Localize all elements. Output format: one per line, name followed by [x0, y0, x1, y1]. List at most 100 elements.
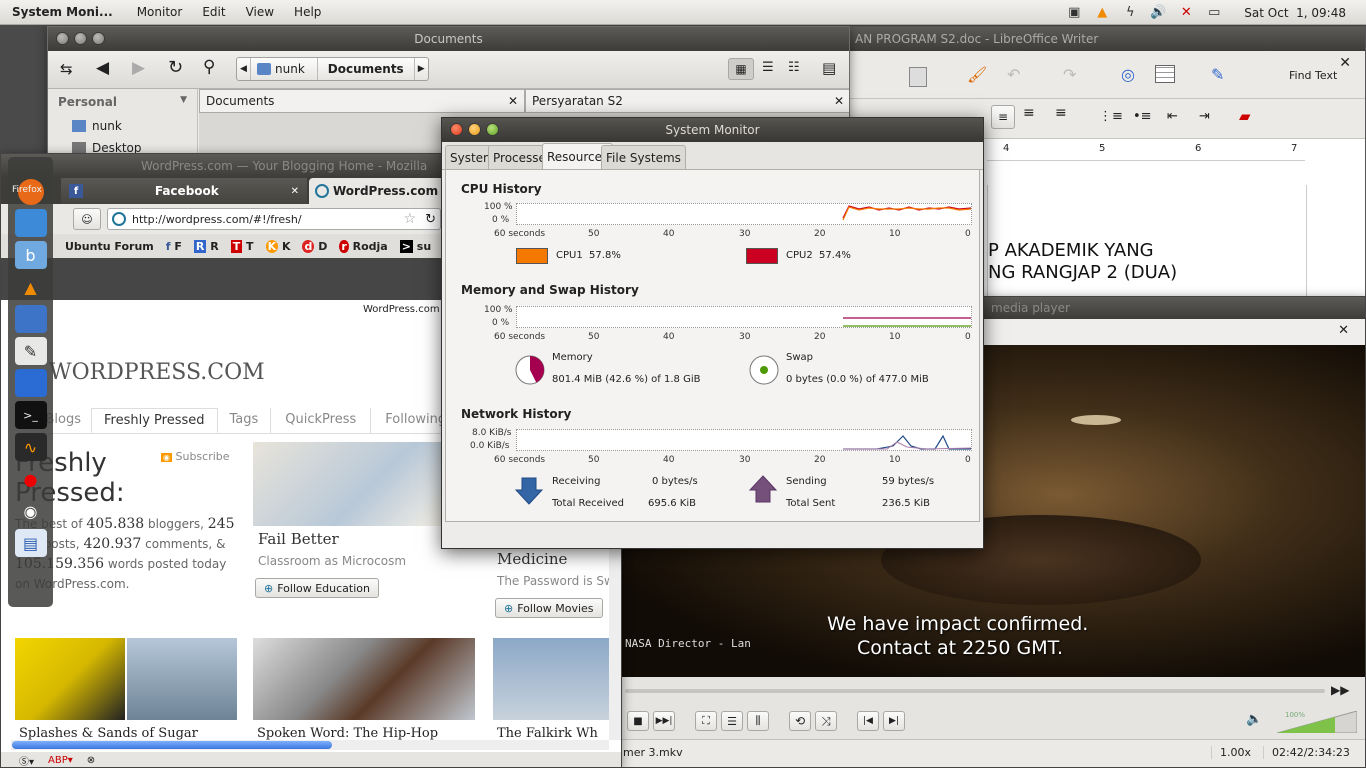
system-monitor-icon[interactable]: ∿: [14, 433, 47, 461]
shuffle-button[interactable]: ⤨: [815, 711, 837, 731]
card-image[interactable]: [253, 638, 475, 720]
tab-wordpress[interactable]: WordPress.com: [309, 178, 449, 204]
writer-icon[interactable]: ▤: [14, 529, 47, 557]
breadcrumb-home[interactable]: nunk: [251, 58, 317, 80]
playlist-button[interactable]: ☰: [721, 711, 743, 731]
clock[interactable]: Sat Oct 1, 09:48: [1244, 6, 1346, 20]
breadcrumb-prev-icon[interactable]: ◀: [237, 58, 251, 80]
web-browser-icon[interactable]: [14, 209, 47, 237]
battery-icon[interactable]: ▭: [1206, 5, 1222, 21]
breadcrumb-documents[interactable]: Documents: [316, 58, 414, 80]
icon-view-button[interactable]: ▦: [728, 58, 754, 80]
card-image[interactable]: [127, 638, 237, 720]
close-doc-icon[interactable]: ✕: [1339, 55, 1351, 71]
card-image[interactable]: [493, 638, 609, 720]
align-center-icon[interactable]: ≡: [1023, 105, 1047, 129]
menu-monitor[interactable]: Monitor: [127, 5, 193, 19]
close-tab-icon[interactable]: ✕: [834, 94, 844, 108]
highlight-icon[interactable]: ▰: [1239, 107, 1251, 125]
follow-button[interactable]: ⊕ Follow Movies: [495, 598, 603, 618]
minimize-button[interactable]: [468, 123, 481, 136]
menu-icon[interactable]: ▤: [822, 59, 836, 77]
compact-view-icon[interactable]: ☷: [788, 60, 800, 75]
next-button[interactable]: ▶▶|: [653, 711, 675, 731]
tab-quickpress[interactable]: QuickPress: [271, 408, 372, 433]
close-tab-icon[interactable]: ✕: [508, 94, 518, 108]
back-icon[interactable]: ◀: [96, 58, 109, 78]
bookmark-item[interactable]: d D: [302, 239, 327, 253]
vlc-cone-icon[interactable]: ▲: [1094, 5, 1110, 21]
playback-speed[interactable]: 1.00x: [1211, 746, 1251, 759]
bullets-icon[interactable]: •≡: [1133, 109, 1152, 124]
follow-button[interactable]: ⊕ Follow Education: [255, 578, 379, 598]
bookmark-star-icon[interactable]: ☆: [403, 211, 416, 227]
numbering-icon[interactable]: ⋮≡: [1099, 109, 1123, 124]
paintbrush-icon[interactable]: 🖌: [967, 65, 987, 84]
volume-icon[interactable]: 🔊: [1150, 5, 1166, 21]
terminal-icon[interactable]: >_: [14, 401, 47, 429]
wp-link-top[interactable]: WordPress.com: [363, 304, 440, 315]
scrapbook-icon[interactable]: Ⓢ▾: [19, 753, 34, 767]
table-icon[interactable]: [1155, 65, 1175, 83]
cpu1-color-swatch[interactable]: [516, 248, 548, 264]
card-title[interactable]: Spoken Word: The Hip-Hop: [257, 726, 438, 740]
navigator-icon[interactable]: ◎: [1121, 65, 1135, 84]
tab-persyaratan[interactable]: Persyaratan S2 ✕: [525, 89, 849, 113]
indent-icon[interactable]: ⇥: [1199, 109, 1210, 124]
bookmark-item[interactable]: T T: [230, 239, 254, 253]
justify-icon[interactable]: ≡: [1055, 105, 1079, 129]
close-button[interactable]: [56, 32, 69, 45]
frame-step-icon[interactable]: ▶▶: [1331, 683, 1349, 697]
sysmon-titlebar[interactable]: System Monitor: [442, 118, 983, 142]
menu-view[interactable]: View: [236, 5, 284, 19]
find-text-label[interactable]: Find Text: [1289, 69, 1337, 82]
tab-file-systems[interactable]: File Systems: [601, 145, 686, 169]
card-image[interactable]: [253, 442, 443, 526]
loop-button[interactable]: ⟲: [789, 711, 811, 731]
minimize-button[interactable]: [74, 32, 87, 45]
outdent-icon[interactable]: ⇤: [1167, 109, 1178, 124]
bookmark-item[interactable]: > su: [399, 239, 431, 253]
memory-pie-icon[interactable]: [514, 354, 546, 386]
bluefish-icon[interactable]: b: [14, 241, 47, 269]
close-button[interactable]: [450, 123, 463, 136]
reload-icon[interactable]: ↻: [425, 212, 436, 227]
app-menu-title[interactable]: System Moni...: [0, 5, 127, 19]
card-title[interactable]: The Falkirk Wh: [497, 726, 598, 740]
stop-button[interactable]: ■: [627, 711, 649, 731]
writer-titlebar[interactable]: AN PROGRAM S2.doc - LibreOffice Writer: [849, 27, 1365, 51]
align-left-icon[interactable]: ≡: [991, 105, 1015, 129]
reload-icon[interactable]: ↻: [168, 57, 183, 78]
vlc-close-icon[interactable]: ✕: [1338, 323, 1349, 338]
frame-forward-button[interactable]: ▶|: [883, 711, 905, 731]
draw-icon[interactable]: ✎: [1211, 65, 1224, 84]
bookmark-item[interactable]: r Rodja: [339, 239, 388, 253]
power-icon[interactable]: ϟ: [1122, 5, 1138, 21]
record-icon[interactable]: ●: [15, 465, 47, 493]
effects-button[interactable]: ⫼: [747, 711, 769, 731]
sidebar-item-nunk[interactable]: nunk: [48, 115, 197, 137]
card-image[interactable]: [15, 638, 125, 720]
paste-icon[interactable]: [909, 67, 927, 87]
card-title[interactable]: Fail Better: [258, 530, 339, 548]
maximize-button[interactable]: [92, 32, 105, 45]
receiving-arrow-icon[interactable]: [514, 476, 544, 506]
horizontal-scrollbar[interactable]: [11, 740, 609, 750]
tab-documents[interactable]: Documents ✕: [199, 89, 525, 113]
vlc-seekbar[interactable]: [625, 689, 1325, 693]
wp-logo[interactable]: WORDPRESS.COM: [49, 360, 265, 385]
sending-arrow-icon[interactable]: [748, 474, 778, 504]
fullscreen-button[interactable]: ⛶: [695, 711, 717, 731]
bookmark-item[interactable]: Ubuntu Forum: [65, 240, 154, 253]
files-icon[interactable]: [14, 305, 47, 333]
menu-help[interactable]: Help: [284, 5, 331, 19]
text-editor-icon[interactable]: ✎: [14, 337, 47, 365]
bookmark-item[interactable]: K K: [265, 239, 290, 253]
card-title[interactable]: Splashes & Sands of Sugar: [19, 726, 198, 740]
adblock-icon[interactable]: ABP▾: [48, 755, 73, 766]
menu-edit[interactable]: Edit: [192, 5, 235, 19]
close-tab-icon[interactable]: ✕: [291, 186, 299, 197]
scroll-thumb[interactable]: [12, 741, 332, 749]
eye-icon[interactable]: ◉: [15, 497, 47, 525]
maximize-button[interactable]: [486, 123, 499, 136]
